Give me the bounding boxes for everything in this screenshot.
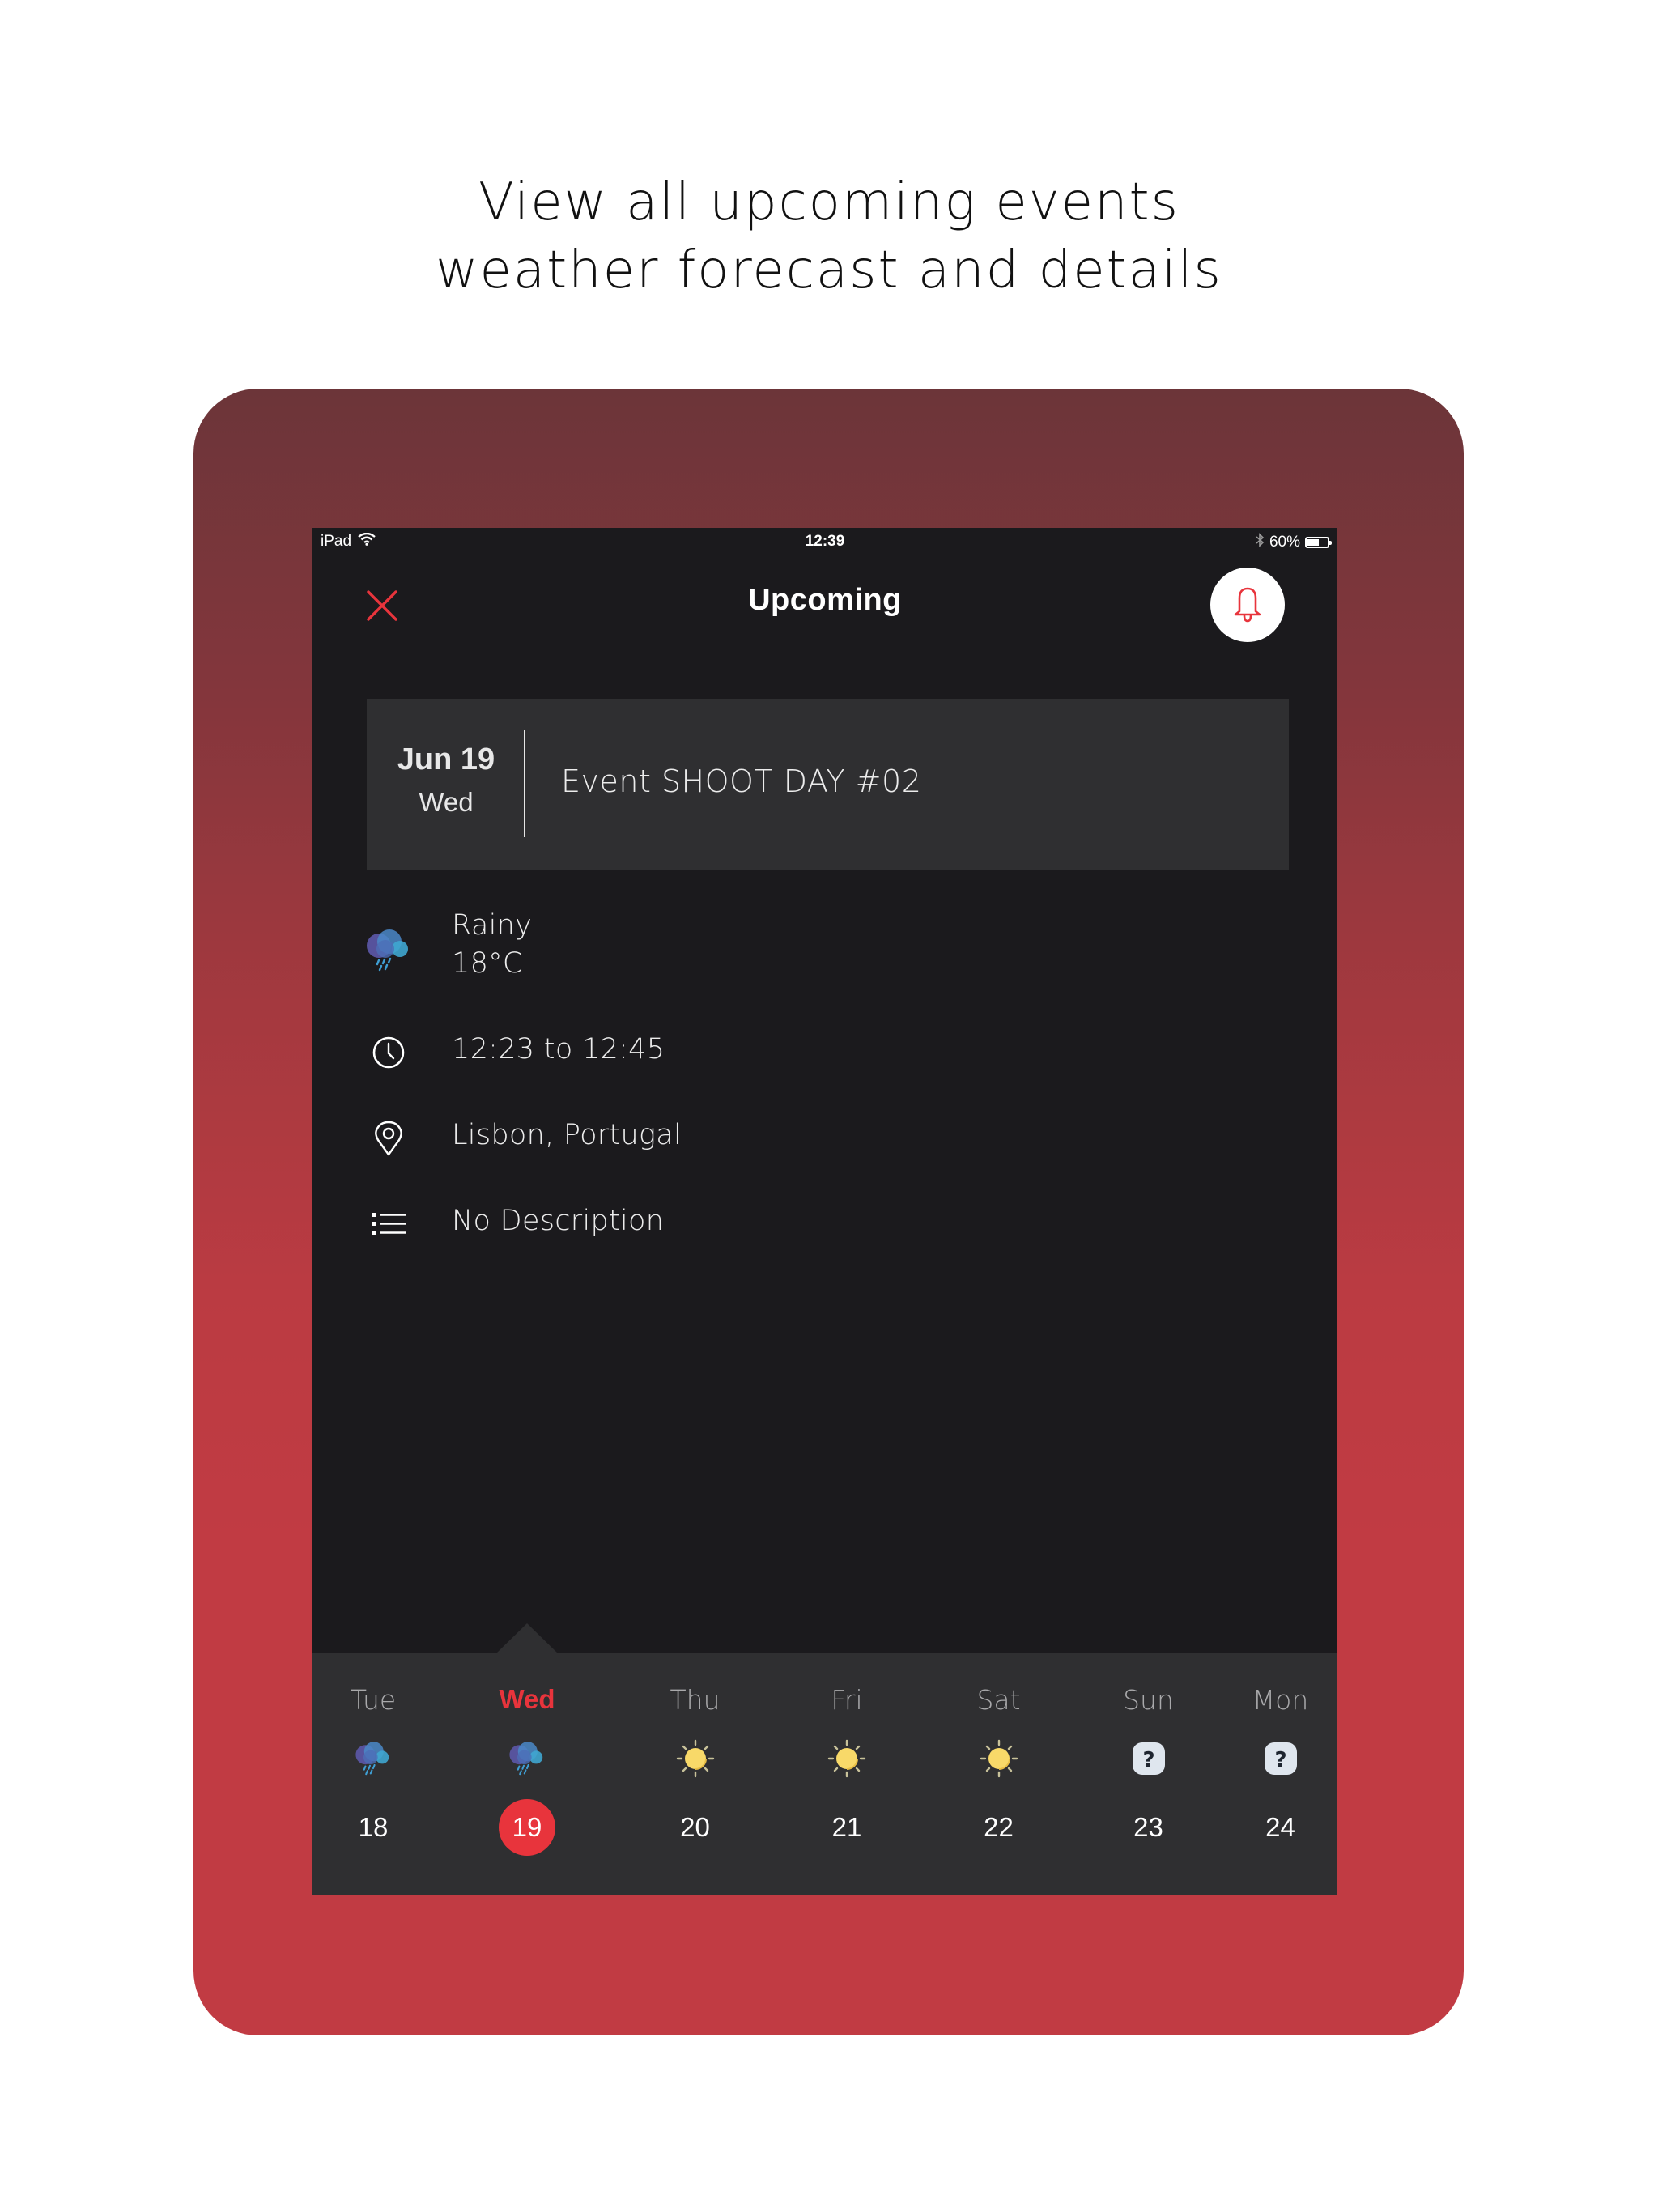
forecast-day-date: 24: [1265, 1812, 1295, 1842]
unknown-weather-icon: ?: [1124, 1734, 1173, 1783]
event-date: Jun 19 Wed: [367, 699, 525, 870]
forecast-day-name: Tue: [350, 1684, 397, 1716]
forecast-day-mon[interactable]: Mon ? 24: [1223, 1653, 1337, 1895]
sun-icon: [975, 1734, 1023, 1783]
forecast-day-date: 19: [499, 1799, 555, 1856]
description-row: No Description: [363, 1192, 664, 1257]
unknown-weather-icon: ?: [1256, 1734, 1305, 1783]
weather-condition: Rainy: [452, 909, 533, 942]
weather-info: Rainy 18°C: [452, 907, 532, 983]
rain-cloud-icon: [363, 925, 414, 976]
forecast-day-sat[interactable]: Sat 22: [924, 1653, 1073, 1895]
status-bar: iPad 12:39 60%: [312, 528, 1337, 555]
weather-temperature: 18°C: [452, 947, 523, 980]
svg-text:?: ?: [1274, 1748, 1286, 1772]
sun-icon: [823, 1734, 871, 1783]
battery-icon: [1305, 537, 1332, 548]
location-pin-icon: [363, 1112, 414, 1164]
bluetooth-icon: [1255, 533, 1265, 552]
event-card[interactable]: Jun 19 Wed Event SHOOT DAY #02: [367, 699, 1289, 870]
forecast-day-name: Wed: [499, 1684, 555, 1714]
forecast-day-date: 22: [984, 1812, 1014, 1842]
status-time: 12:39: [805, 533, 845, 550]
event-description: No Description: [452, 1205, 665, 1237]
promo-headline: View all upcoming events weather forecas…: [0, 168, 1658, 304]
location-row: Lisbon, Portugal: [363, 1106, 682, 1171]
forecast-day-sun[interactable]: Sun ? 23: [1073, 1653, 1223, 1895]
forecast-strip: Tue 18 Wed 19 Thu 20 Fri 21 Sat 22 Sun ?…: [312, 1653, 1337, 1895]
event-time-range: 12:23 to 12:45: [452, 1033, 665, 1066]
forecast-day-tue[interactable]: Tue 18: [312, 1653, 434, 1895]
headline-line-1: View all upcoming events: [478, 172, 1180, 232]
forecast-day-date: 23: [1133, 1812, 1163, 1842]
event-location: Lisbon, Portugal: [452, 1119, 682, 1151]
forecast-day-date: 21: [831, 1812, 862, 1842]
event-weekday: Wed: [419, 787, 474, 817]
app-screen: iPad 12:39 60% Upcoming Jun 19 Wed Event…: [312, 528, 1337, 1895]
sun-icon: [671, 1734, 720, 1783]
event-month-day: Jun 19: [397, 742, 495, 776]
forecast-day-name: Thu: [670, 1684, 721, 1716]
card-divider: [524, 730, 525, 837]
forecast-day-name: Sat: [976, 1684, 1021, 1716]
clock-icon: [363, 1027, 414, 1078]
notifications-button[interactable]: [1210, 568, 1285, 642]
bell-icon: [1234, 587, 1261, 623]
forecast-day-date: 18: [358, 1812, 389, 1842]
forecast-day-name: Mon: [1252, 1684, 1309, 1716]
svg-text:?: ?: [1142, 1748, 1154, 1772]
page-title: Upcoming: [748, 583, 902, 617]
event-title: Event SHOOT DAY #02: [561, 764, 922, 799]
forecast-day-fri[interactable]: Fri 21: [770, 1653, 924, 1895]
list-icon: [363, 1198, 414, 1250]
forecast-day-name: Sun: [1123, 1684, 1174, 1716]
battery-percent: 60%: [1269, 534, 1300, 551]
forecast-day-thu[interactable]: Thu 20: [620, 1653, 770, 1895]
rain-cloud-icon: [349, 1734, 397, 1783]
headline-line-2: weather forecast and details: [436, 240, 1222, 300]
forecast-day-wed[interactable]: Wed 19: [434, 1653, 620, 1895]
rain-cloud-icon: [503, 1734, 551, 1783]
time-row: 12:23 to 12:45: [363, 1020, 665, 1085]
selected-day-pointer: [496, 1623, 558, 1653]
forecast-day-date: 20: [680, 1812, 710, 1842]
weather-row: Rainy 18°C: [363, 907, 532, 996]
forecast-day-name: Fri: [831, 1684, 863, 1716]
